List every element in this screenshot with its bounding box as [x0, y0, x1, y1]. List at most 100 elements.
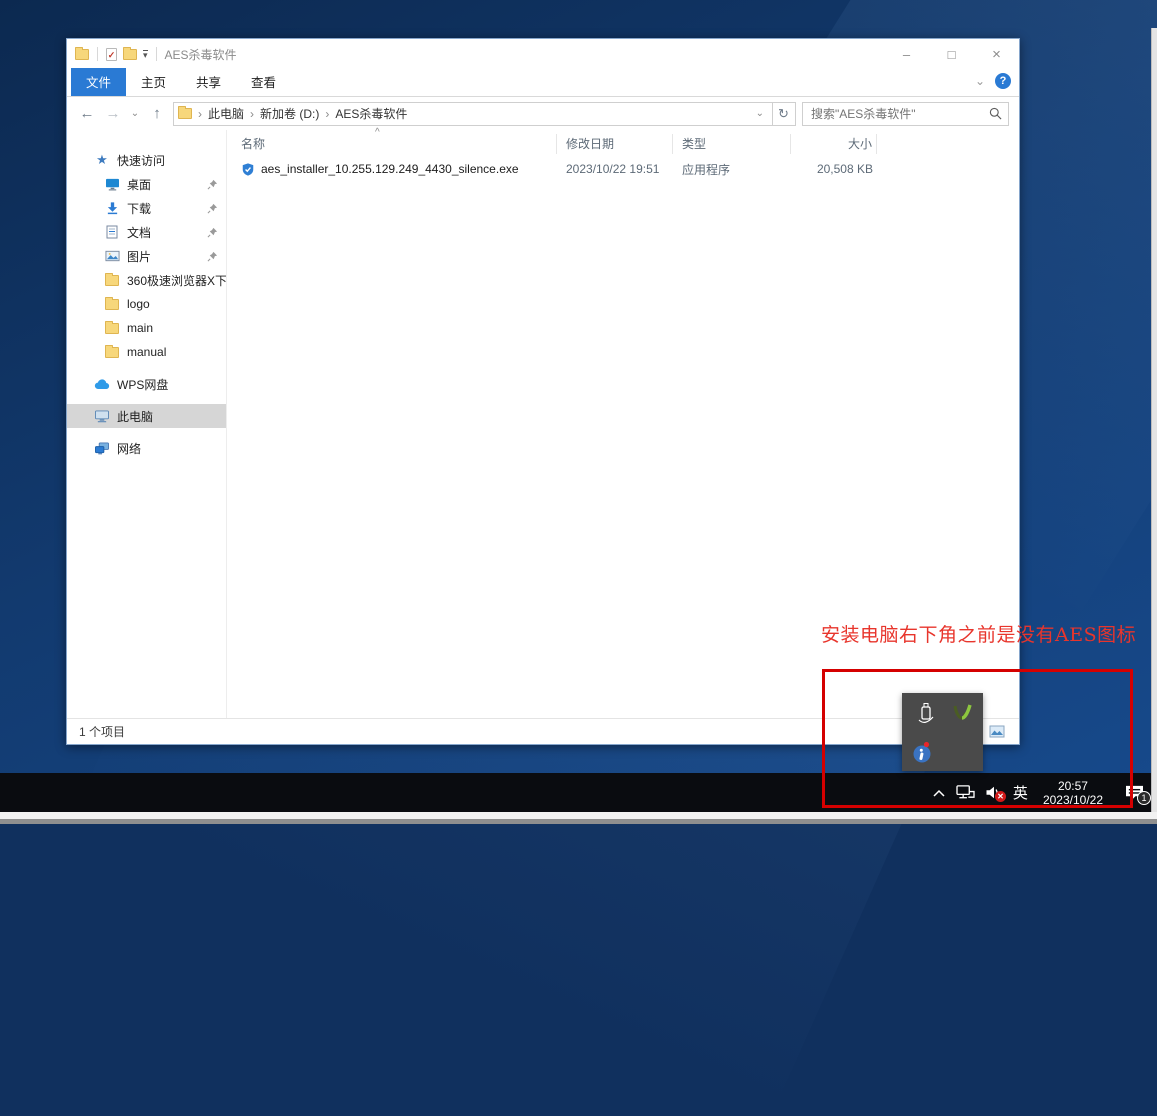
file-name-cell[interactable]: aes_installer_10.255.129.249_4430_silenc…	[227, 162, 557, 177]
taskbar-clock[interactable]: 20:57 2023/10/22	[1039, 779, 1107, 807]
item-count: 1 个项目	[79, 725, 126, 739]
quick-access-toolbar: ✓ ▾	[75, 46, 159, 61]
properties-icon[interactable]: ✓	[106, 47, 117, 61]
breadcrumb-current-folder[interactable]: AES杀毒软件	[335, 105, 407, 122]
title-bar: ✓ ▾ AES杀毒软件 – □ ×	[67, 39, 1019, 69]
sidebar-item-quick-access[interactable]: ★ 快速访问	[67, 148, 226, 172]
minimize-button[interactable]: –	[884, 39, 929, 69]
refresh-icon[interactable]: ↻	[772, 101, 796, 126]
pin-icon	[207, 203, 218, 214]
breadcrumb-this-pc[interactable]: 此电脑	[208, 105, 244, 122]
window-title: AES杀毒软件	[164, 47, 237, 62]
collapse-ribbon-chevron-icon[interactable]: ⌄	[975, 75, 985, 87]
sidebar-item-downloads[interactable]: 下载	[67, 196, 226, 220]
folder-icon	[103, 272, 121, 286]
computer-icon	[93, 409, 111, 423]
sort-ascending-icon: ^	[375, 127, 380, 138]
maximize-button[interactable]: □	[929, 39, 974, 69]
sidebar-item-360-browser-downloads[interactable]: 360极速浏览器X下载	[67, 268, 226, 292]
tab-file[interactable]: 文件	[71, 68, 127, 96]
search-box	[802, 101, 1009, 126]
sidebar-item-manual[interactable]: manual	[67, 340, 226, 364]
sidebar-item-wps-cloud[interactable]: WPS网盘	[67, 372, 226, 396]
tab-view[interactable]: 查看	[236, 68, 291, 96]
green-swoosh-icon[interactable]	[950, 702, 974, 731]
sidebar-item-label: 快速访问	[117, 153, 166, 168]
notification-badge: 1	[1137, 791, 1151, 805]
sidebar-item-label: main	[127, 321, 154, 335]
sidebar-item-label: WPS网盘	[117, 377, 169, 392]
clock-date: 2023/10/22	[1042, 792, 1103, 807]
search-input[interactable]	[809, 105, 989, 122]
sidebar-item-this-pc[interactable]: 此电脑	[67, 404, 226, 428]
sidebar-item-network[interactable]: 网络	[67, 436, 226, 460]
folder-icon	[103, 296, 121, 310]
file-name: aes_installer_10.255.129.249_4430_silenc…	[261, 162, 519, 176]
forward-icon[interactable]: →	[103, 105, 123, 122]
navigation-pane: ★ 快速访问 桌面 下载 文档 图片 360极速浏览器X下 logo main …	[67, 130, 227, 718]
show-hidden-icons-chevron-icon[interactable]	[932, 788, 946, 798]
pin-icon	[207, 227, 218, 238]
sidebar-item-pictures[interactable]: 图片	[67, 244, 226, 268]
volume-muted-tray-icon[interactable]: ✕	[985, 785, 1006, 802]
network-tray-icon[interactable]	[955, 784, 976, 801]
sidebar-item-label: 此电脑	[117, 409, 154, 424]
sidebar-item-documents[interactable]: 文档	[67, 220, 226, 244]
customize-qat-chevron-icon[interactable]: ▾	[143, 49, 148, 59]
download-icon	[103, 201, 121, 215]
right-edge-scrollbar[interactable]	[1151, 28, 1157, 812]
tray-overflow-popup	[902, 693, 983, 771]
ribbon-right-controls: ⌄ ?	[975, 73, 1011, 89]
window-controls: – □ ×	[884, 39, 1019, 69]
breadcrumb-drive-d[interactable]: 新加卷 (D:)	[260, 105, 319, 122]
sidebar-item-label: 网络	[117, 441, 142, 456]
info-sphere-icon[interactable]	[912, 741, 934, 770]
folder-icon	[103, 344, 121, 358]
network-icon	[93, 441, 111, 455]
sidebar-item-main[interactable]: main	[67, 316, 226, 340]
volume-muted-badge: ✕	[994, 791, 1006, 802]
sidebar-item-logo[interactable]: logo	[67, 292, 226, 316]
breadcrumb[interactable]: › 此电脑 › 新加卷 (D:) › AES杀毒软件 ⌄	[173, 101, 773, 126]
action-center-icon[interactable]: 1	[1124, 784, 1151, 805]
separator	[97, 47, 98, 61]
usb-eject-icon[interactable]	[915, 701, 937, 732]
help-icon[interactable]: ?	[995, 73, 1011, 89]
ime-indicator[interactable]: 英	[1011, 782, 1030, 803]
back-icon[interactable]: ←	[77, 105, 97, 122]
sidebar-item-label: 下载	[127, 201, 152, 216]
column-header-type[interactable]: 类型	[673, 134, 791, 154]
column-header-modified[interactable]: 修改日期	[557, 134, 673, 154]
column-header-name[interactable]: 名称	[227, 134, 557, 154]
document-icon	[103, 225, 121, 239]
star-icon: ★	[96, 152, 108, 167]
address-bar-row: ← → ⌄ ↑ › 此电脑 › 新加卷 (D:) › AES杀毒软件 ⌄ ↻	[67, 97, 1019, 130]
shield-installer-icon	[242, 162, 254, 176]
folder-icon	[103, 320, 121, 334]
sidebar-item-label: 桌面	[127, 177, 152, 192]
tab-home[interactable]: 主页	[126, 68, 181, 96]
close-button[interactable]: ×	[974, 39, 1019, 69]
column-header-size[interactable]: 大小	[791, 134, 877, 154]
sidebar-item-label: logo	[127, 297, 150, 311]
folder-icon[interactable]	[75, 46, 89, 60]
large-icons-view-button[interactable]	[987, 723, 1007, 741]
status-bar: 1 个项目	[67, 718, 1019, 744]
bottom-edge-strip	[0, 812, 1157, 819]
sidebar-item-label: 文档	[127, 225, 152, 240]
up-icon[interactable]: ↑	[147, 105, 167, 122]
search-icon[interactable]	[989, 107, 1002, 120]
clock-time: 20:57	[1057, 778, 1088, 793]
sidebar-item-label: 图片	[127, 249, 152, 264]
new-folder-icon[interactable]	[123, 46, 137, 60]
file-row[interactable]: aes_installer_10.255.129.249_4430_silenc…	[227, 158, 1019, 180]
address-dropdown-chevron-icon[interactable]: ⌄	[752, 108, 768, 119]
column-header-row: ^ 名称 修改日期 类型 大小	[227, 127, 1019, 158]
file-type-cell: 应用程序	[682, 162, 731, 177]
recent-locations-chevron-icon[interactable]: ⌄	[129, 108, 141, 119]
tab-share[interactable]: 共享	[181, 68, 236, 96]
sidebar-item-desktop[interactable]: 桌面	[67, 172, 226, 196]
file-modified-cell: 2023/10/22 19:51	[566, 162, 660, 176]
sidebar-item-label: manual	[127, 345, 167, 359]
system-tray: ✕ 英 20:57 2023/10/22 1	[932, 773, 1151, 812]
